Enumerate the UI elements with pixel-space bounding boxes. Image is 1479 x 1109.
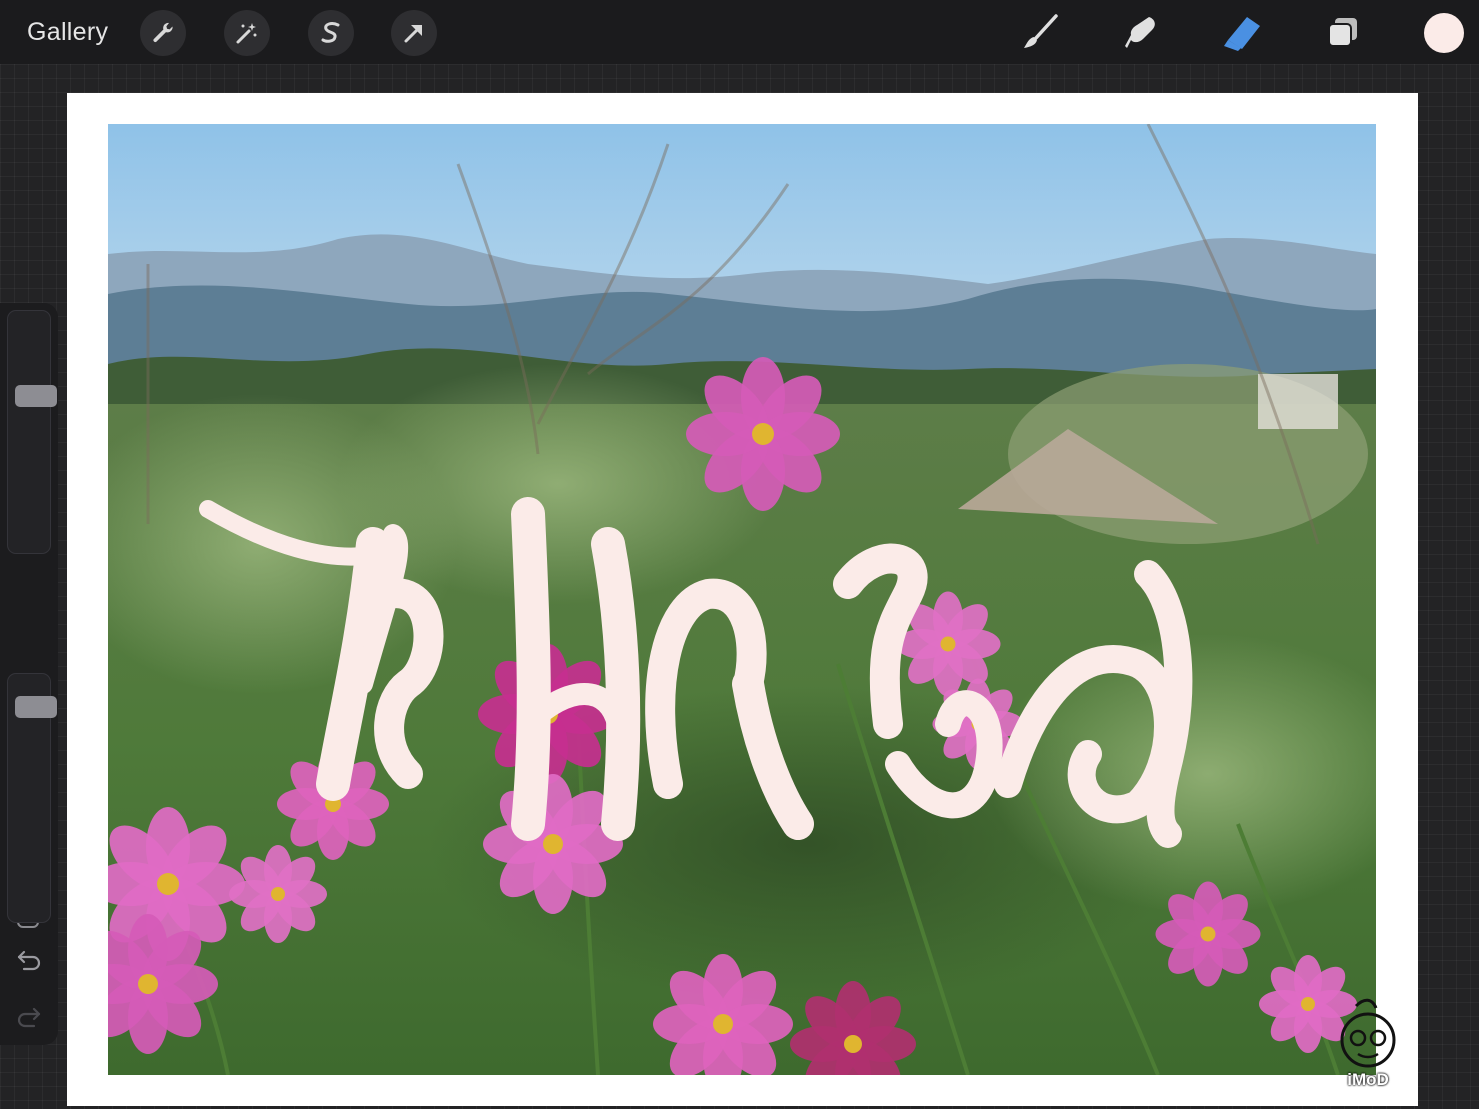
left-sidebar bbox=[0, 303, 58, 1045]
transform-button[interactable] bbox=[391, 10, 437, 56]
smudge-tool-button[interactable] bbox=[1118, 10, 1164, 56]
cosmos-flower bbox=[229, 845, 327, 943]
color-picker-button[interactable] bbox=[1424, 13, 1464, 53]
brush-size-slider[interactable] bbox=[7, 310, 57, 554]
magic-wand-icon bbox=[236, 23, 257, 44]
wrench-icon bbox=[153, 22, 173, 43]
smudge-icon bbox=[1125, 17, 1155, 48]
imod-logo bbox=[1340, 998, 1396, 1068]
cosmos-flower bbox=[483, 774, 623, 914]
eraser-icon bbox=[1224, 17, 1260, 51]
opacity-thumb[interactable] bbox=[15, 695, 57, 718]
layers-button[interactable] bbox=[1320, 10, 1366, 56]
selection-button[interactable] bbox=[308, 10, 354, 56]
undo-icon bbox=[17, 950, 41, 971]
adjustments-button[interactable] bbox=[224, 10, 270, 56]
brush-size-thumb[interactable] bbox=[15, 385, 57, 408]
gallery-button[interactable]: Gallery bbox=[27, 18, 108, 47]
cosmos-flower bbox=[686, 357, 840, 511]
cosmos-flower bbox=[1155, 881, 1261, 987]
brush-tool-button[interactable] bbox=[1017, 10, 1063, 56]
selection-icon bbox=[321, 22, 340, 43]
canvas-photo[interactable] bbox=[108, 124, 1376, 1075]
actions-button[interactable] bbox=[140, 10, 186, 56]
undo-button[interactable] bbox=[16, 948, 42, 977]
opacity-slider[interactable] bbox=[7, 673, 57, 923]
layers-icon bbox=[1328, 18, 1357, 47]
redo-icon bbox=[17, 1007, 41, 1028]
redo-button[interactable] bbox=[16, 1005, 42, 1034]
brush-icon bbox=[1024, 14, 1058, 48]
eraser-tool-button[interactable] bbox=[1219, 10, 1265, 56]
top-toolbar: Gallery bbox=[0, 0, 1479, 64]
transform-arrow-icon bbox=[404, 25, 422, 43]
photo-artwork bbox=[108, 124, 1376, 1075]
imod-watermark: iMoD bbox=[1336, 996, 1400, 1092]
watermark-text: iMoD bbox=[1347, 1070, 1389, 1089]
